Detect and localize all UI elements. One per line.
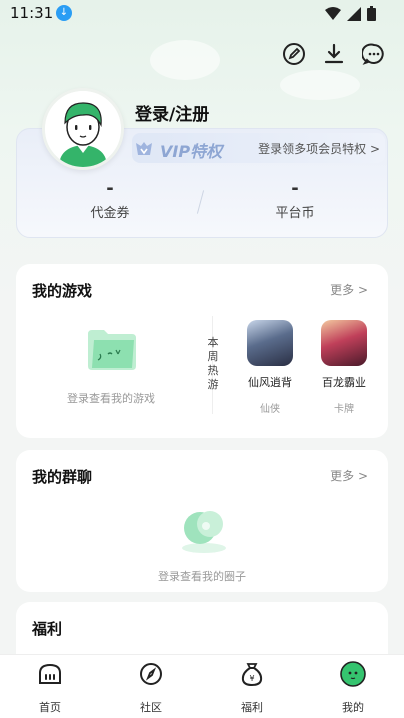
nav-mine-label: 我的	[342, 701, 364, 714]
vip-title[interactable]: VIP特权	[134, 138, 222, 162]
my-games-more-link[interactable]: 更多 >	[330, 281, 368, 298]
status-icons	[325, 6, 376, 21]
avatar[interactable]	[42, 88, 124, 170]
benefits-title: 福利	[32, 620, 63, 638]
download-status-icon: ↓	[56, 5, 72, 21]
hot-game-item[interactable]: 百龙霸业 卡牌	[314, 320, 374, 415]
bottom-nav: 首页 社区 ¥ 福利 我的	[0, 654, 404, 718]
my-games-card: 我的游戏 更多 > 登录查看我的游戏 本周热游 仙风逍背 仙侠 百龙霸业 卡牌	[16, 264, 388, 438]
nav-community-label: 社区	[140, 701, 162, 714]
game-tag: 卡牌	[334, 404, 354, 415]
game-name: 百龙霸业	[322, 376, 366, 389]
my-groups-empty-text: 登录查看我的圈子	[158, 570, 246, 583]
battery-icon	[367, 6, 376, 21]
signal-icon	[347, 6, 361, 21]
status-bar: 11:31 ↓	[0, 0, 404, 28]
empty-folder-icon	[88, 330, 136, 370]
my-groups-more-link[interactable]: 更多 >	[330, 467, 368, 484]
platform-coin-value: -	[291, 178, 299, 199]
nav-community[interactable]: 社区	[121, 661, 181, 715]
svg-text:¥: ¥	[249, 674, 254, 683]
my-groups-title: 我的群聊	[32, 468, 93, 486]
game-name: 仙风逍背	[248, 376, 292, 389]
nav-mine[interactable]: 我的	[323, 661, 383, 715]
nav-benefits[interactable]: ¥ 福利	[222, 661, 282, 715]
game-thumbnail	[247, 320, 293, 366]
empty-chat-bubble-icon	[182, 511, 226, 553]
my-games-empty-text: 登录查看我的游戏	[67, 392, 155, 405]
voucher-value: -	[106, 178, 114, 199]
weekly-hot-label: 本周热游	[207, 336, 219, 391]
vip-badge-icon	[136, 142, 152, 155]
game-thumbnail	[321, 320, 367, 366]
voucher-label: 代金券	[90, 206, 130, 221]
game-tag: 仙侠	[260, 404, 280, 415]
platform-coin-label: 平台币	[275, 206, 315, 221]
vip-description-link[interactable]: 登录领多项会员特权 >	[258, 140, 380, 157]
platform-coin-stat[interactable]: - 平台币	[255, 178, 335, 221]
edit-icon[interactable]	[282, 42, 306, 66]
money-bag-icon: ¥	[241, 663, 263, 687]
decor-cloud	[150, 40, 220, 80]
decor-cloud	[280, 70, 360, 100]
profile-face-icon	[340, 661, 366, 687]
hot-game-item[interactable]: 仙风逍背 仙侠	[240, 320, 300, 415]
my-groups-card: 我的群聊 更多 > 登录查看我的圈子	[16, 450, 388, 592]
compass-icon	[140, 663, 162, 685]
vip-label: VIP特权	[160, 142, 223, 161]
voucher-stat[interactable]: - 代金券	[70, 178, 150, 221]
nav-home-label: 首页	[39, 701, 61, 714]
nav-benefits-label: 福利	[241, 701, 263, 714]
login-register-link[interactable]: 登录/注册	[135, 100, 209, 125]
download-icon[interactable]	[322, 42, 346, 66]
message-icon[interactable]	[362, 42, 386, 66]
wifi-icon	[325, 6, 341, 20]
my-games-title: 我的游戏	[32, 282, 93, 300]
nav-home[interactable]: 首页	[20, 661, 80, 715]
home-icon	[39, 663, 61, 684]
default-avatar-icon	[45, 91, 121, 167]
status-time: 11:31	[10, 4, 54, 22]
top-actions	[282, 42, 386, 66]
